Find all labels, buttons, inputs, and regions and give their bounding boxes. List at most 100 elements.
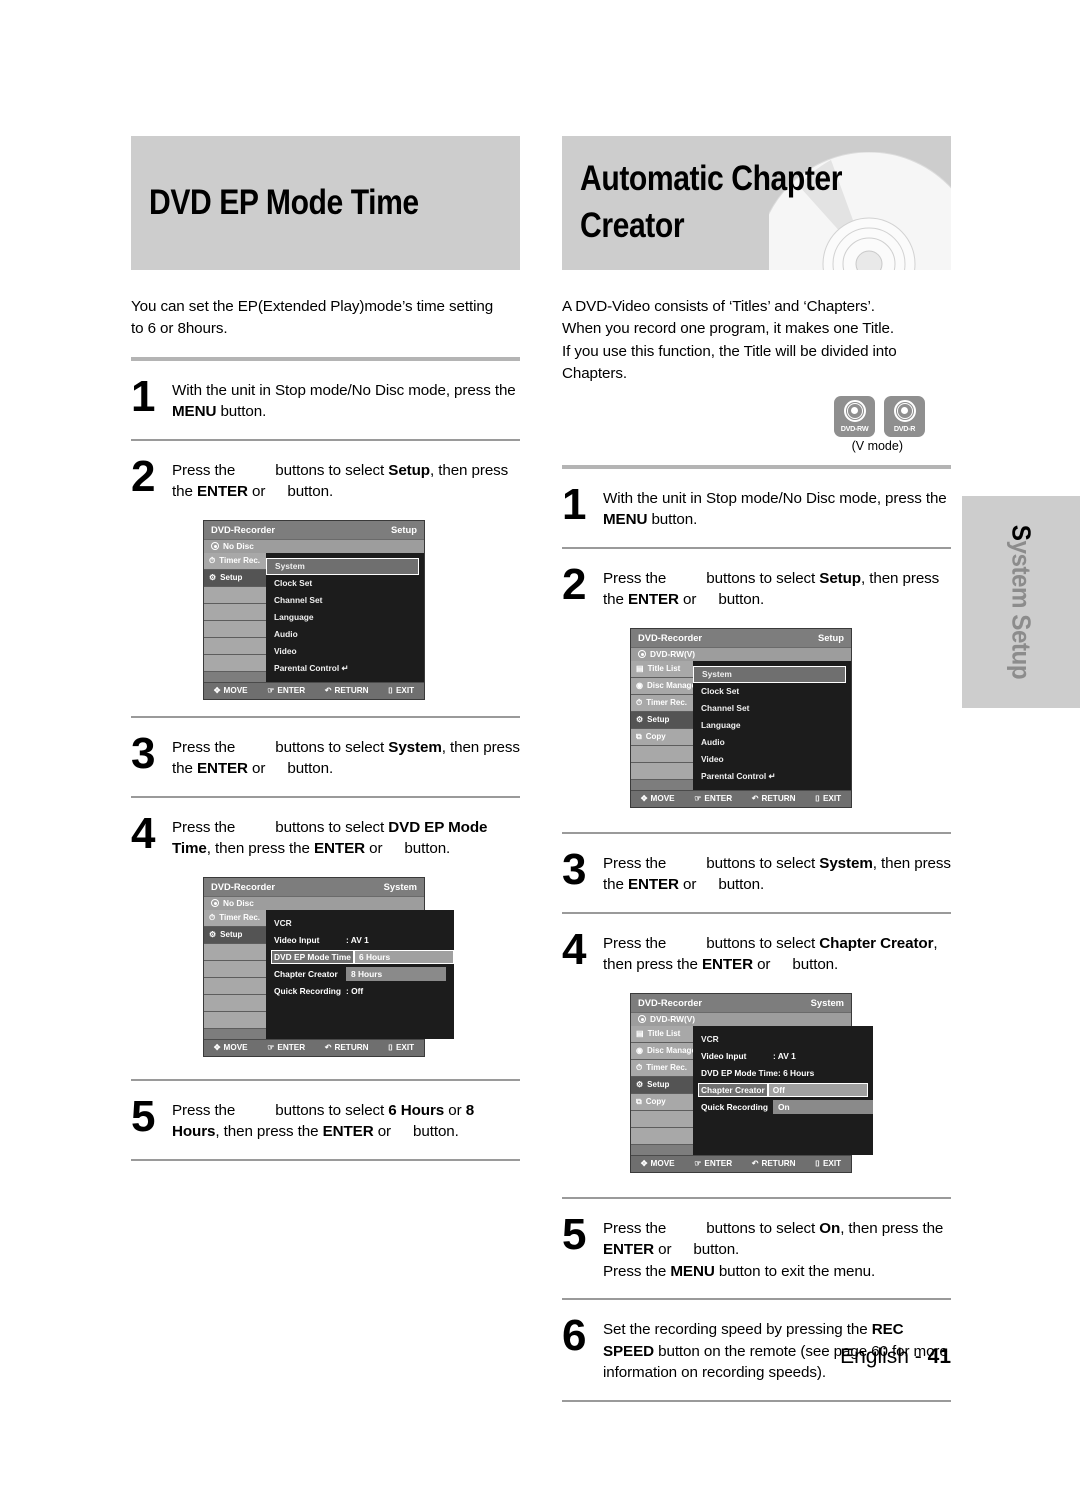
osd-setting-row-quick-recording[interactable]: Quick Recording: Off bbox=[266, 983, 454, 1000]
osd-setting-row-chapter-creator[interactable]: Chapter Creator Off bbox=[693, 1082, 873, 1099]
osd-sidebar-item-label: Setup bbox=[220, 930, 243, 940]
osd-footer-action-move[interactable]: ✥ MOVE bbox=[214, 1043, 248, 1052]
osd-menu-item-audio[interactable]: Audio bbox=[266, 626, 424, 643]
osd-menu-item-label: System bbox=[275, 561, 305, 572]
emphasis-text: ENTER bbox=[627, 876, 679, 894]
osd-menu-item-language[interactable]: Language bbox=[266, 609, 424, 626]
divider bbox=[131, 356, 520, 361]
osd-setting-value[interactable]: 8 Hours bbox=[346, 967, 446, 982]
plain-text: With the unit in Stop mode/No Disc mode,… bbox=[603, 489, 947, 507]
osd-sidebar-item-label: Copy bbox=[645, 1097, 666, 1107]
osd-setting-row-chapter-creator[interactable]: Chapter Creator 8 Hours bbox=[266, 966, 454, 983]
plain-text: buttons to select bbox=[275, 461, 389, 479]
osd-sidebar-item-title-list[interactable]: ▤ Title List bbox=[631, 1025, 693, 1043]
osd-menu-item-video[interactable]: Video bbox=[266, 643, 424, 660]
osd-sidebar-item-title-list[interactable]: ▤ Title List bbox=[631, 660, 693, 678]
osd-sidebar-item-setup[interactable]: ⚙ Setup bbox=[204, 926, 266, 944]
emphasis-text: ENTER bbox=[627, 591, 679, 609]
osd-sidebar-item-label: Disc Manager bbox=[646, 681, 693, 691]
osd-setting-row-dvd-ep-mode-time[interactable]: DVD EP Mode Time: 6 Hours bbox=[693, 1065, 873, 1082]
osd-sidebar-empty-slot bbox=[204, 586, 266, 604]
osd-settings-empty-slot bbox=[693, 1116, 873, 1133]
osd-setting-row-video-input[interactable]: Video Input: AV 1 bbox=[266, 932, 454, 949]
osd-footer-action-enter[interactable]: ☞ ENTER bbox=[694, 1159, 732, 1168]
emphasis-text: Chapter Creator bbox=[819, 934, 934, 952]
osd-sidebar-item-label: Timer Rec. bbox=[646, 1063, 688, 1073]
osd-footer-action-exit[interactable]: ⌷ EXIT bbox=[388, 686, 414, 696]
osd-menu-item-channel-set[interactable]: Channel Set bbox=[266, 592, 424, 609]
osd-body: ▤Title List◉Disc Manager⏱Timer Rec.⚙Setu… bbox=[631, 1025, 873, 1155]
osd-menu-item-audio[interactable]: Audio bbox=[693, 734, 851, 751]
osd-disc-label: No Disc bbox=[223, 898, 254, 909]
plain-text: Press the bbox=[172, 1101, 236, 1119]
osd-footer-action-exit[interactable]: ⌷ EXIT bbox=[815, 794, 841, 804]
osd-footer-action-move[interactable]: ✥ MOVE bbox=[641, 794, 675, 803]
osd-menu-item-parental-control[interactable]: Parental Control ↵ bbox=[266, 660, 424, 677]
plain-text: button. bbox=[216, 403, 267, 421]
emphasis-text: ENTER bbox=[196, 483, 248, 501]
osd-sidebar-item-disc-manager[interactable]: ◉Disc Manager bbox=[631, 677, 693, 695]
osd-footer-action-enter[interactable]: ☞ ENTER bbox=[267, 1043, 305, 1052]
osd-sidebar-item-disc-manager[interactable]: ◉Disc Manager bbox=[631, 1042, 693, 1060]
exit-icon: ⌷ bbox=[815, 1158, 820, 1168]
osd-menu-item-language[interactable]: Language bbox=[693, 717, 851, 734]
osd-sidebar-empty-slot bbox=[204, 637, 266, 655]
plain-text: Press the bbox=[603, 569, 667, 587]
osd-sidebar-item-label: Title List bbox=[647, 1029, 681, 1039]
osd-sidebar-item-copy[interactable]: ⧉ Copy bbox=[631, 1093, 693, 1111]
osd-menu-item-parental-control[interactable]: Parental Control ↵ bbox=[693, 768, 851, 785]
osd-menu-item-channel-set[interactable]: Channel Set bbox=[693, 700, 851, 717]
osd-footer-action-move[interactable]: ✥ MOVE bbox=[214, 686, 248, 695]
osd-sidebar-item-timer-rec[interactable]: ⏱ Timer Rec. bbox=[631, 694, 693, 712]
title-list-icon: ▤ bbox=[636, 1029, 644, 1039]
osd-menu-item-video[interactable]: Video bbox=[693, 751, 851, 768]
osd-sidebar-item-timer-rec[interactable]: ⏱ Timer Rec. bbox=[631, 1059, 693, 1077]
osd-footer-action-return[interactable]: ↶ RETURN bbox=[752, 1159, 796, 1168]
osd-sidebar-item-copy[interactable]: ⧉ Copy bbox=[631, 728, 693, 746]
osd-setting-row-dvd-ep-mode-time[interactable]: DVD EP Mode Time 6 Hours bbox=[266, 949, 454, 966]
osd-setting-row-video-input[interactable]: Video Input: AV 1 bbox=[693, 1048, 873, 1065]
osd-footer-action-enter[interactable]: ☞ ENTER bbox=[694, 794, 732, 803]
osd-footer-action-return[interactable]: ↶ RETURN bbox=[752, 794, 796, 803]
timer-rec-icon: ⏱ bbox=[209, 555, 216, 565]
osd-menu-item-system[interactable]: System bbox=[693, 665, 846, 683]
emphasis-text: MENU bbox=[172, 403, 217, 421]
osd-sidebar-empty-slot bbox=[204, 654, 266, 672]
osd-sidebar-item-setup[interactable]: ⚙ Setup bbox=[204, 569, 266, 587]
osd-disc-status: No Disc bbox=[204, 895, 424, 910]
osd-footer-bar: ✥ MOVE ☞ ENTER ↶ RETURN ⌷ EXIT bbox=[631, 789, 851, 807]
osd-menu-item-clock-set[interactable]: Clock Set bbox=[693, 683, 851, 700]
osd-footer-action-exit[interactable]: ⌷ EXIT bbox=[815, 1159, 841, 1169]
osd-footer-action-return[interactable]: ↶ RETURN bbox=[325, 686, 369, 695]
divider bbox=[562, 1399, 951, 1402]
step-text: Press the buttons to select System, then … bbox=[603, 849, 951, 896]
osd-sidebar-item-timer-rec[interactable]: ⏱ Timer Rec. bbox=[204, 552, 266, 570]
osd-body: ⏱ Timer Rec. ⚙ Setup System Clock Set Channel… bbox=[204, 552, 424, 682]
osd-footer-action-exit[interactable]: ⌷ EXIT bbox=[388, 1043, 414, 1053]
osd-settings-empty-slot bbox=[266, 1017, 454, 1034]
disc-icon bbox=[638, 1015, 646, 1024]
plain-text: or bbox=[444, 1101, 466, 1119]
osd-sidebar-item-setup[interactable]: ⚙ Setup bbox=[631, 711, 693, 729]
osd-footer-action-return[interactable]: ↶ RETURN bbox=[325, 1043, 369, 1052]
plain-text: buttons to select bbox=[275, 738, 389, 756]
step-item: 4 Press the buttons to select Chapter Cre… bbox=[562, 927, 951, 976]
plain-text: Set the recording speed by pressing the bbox=[603, 1321, 872, 1339]
osd-sidebar-item-timer-rec[interactable]: ⏱ Timer Rec. bbox=[204, 909, 266, 927]
badge-dvd-rw: DVD-RW bbox=[834, 395, 875, 437]
osd-sidebar: ▤Title List◉Disc Manager⏱Timer Rec.⚙Setu… bbox=[631, 660, 693, 790]
osd-brand: DVD-Recorder bbox=[211, 881, 276, 893]
osd-setting-value[interactable]: Off bbox=[767, 1083, 868, 1098]
osd-footer-action-move[interactable]: ✥ MOVE bbox=[641, 1159, 675, 1168]
osd-menu-item-label: Clock Set bbox=[274, 578, 313, 589]
osd-menu-item-clock-set[interactable]: Clock Set bbox=[266, 575, 424, 592]
osd-menu-item-label: Channel Set bbox=[701, 703, 750, 714]
step-text: Press the buttons to select Setup, then p… bbox=[172, 456, 520, 503]
step-text: Press the buttons to select System, then … bbox=[172, 733, 520, 780]
osd-setting-value[interactable]: On bbox=[773, 1100, 873, 1115]
osd-menu-item-system[interactable]: System bbox=[266, 557, 419, 575]
osd-sidebar-item-setup[interactable]: ⚙ Setup bbox=[631, 1076, 693, 1094]
osd-setting-row-quick-recording[interactable]: Quick Recording On bbox=[693, 1099, 873, 1116]
osd-setting-value[interactable]: 6 Hours bbox=[353, 950, 454, 965]
osd-footer-action-enter[interactable]: ☞ ENTER bbox=[267, 686, 305, 695]
